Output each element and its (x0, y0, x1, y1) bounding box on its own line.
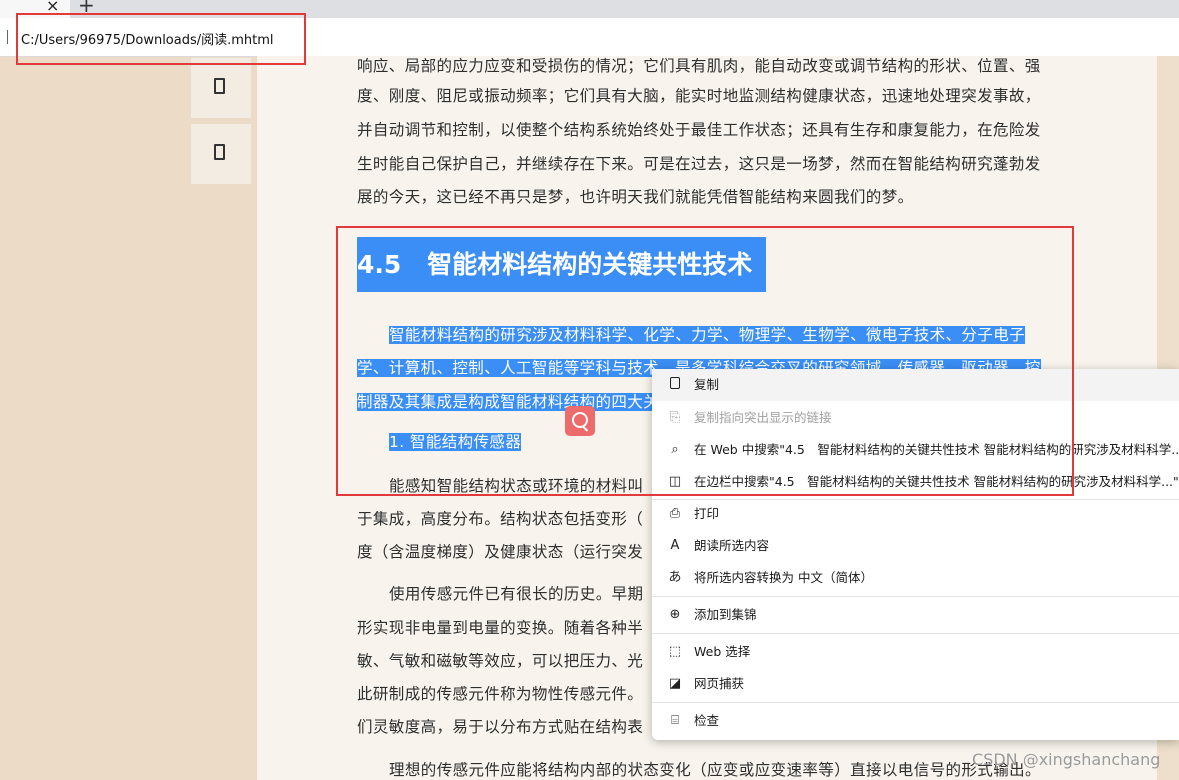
menu-separator (652, 596, 1179, 597)
menu-item-label: 添加到集锦 (694, 607, 757, 622)
web-capture-icon: ◪ (668, 676, 682, 691)
menu-item-label: 朗读所选内容 (694, 538, 770, 553)
paragraph-line: 生时能自己保护自己，并继续存在下来。可是在过去，这只是一场梦，然而在智能结构研究… (357, 155, 1041, 173)
annotation-box-selection (336, 226, 1074, 496)
menu-item-read-aloud[interactable]: A 朗读所选内容 (652, 530, 1179, 562)
paragraph-line: 响应、局部的应力应变和受损伤的情况；它们具有肌肉，能自动改变或调节结构的形状、位… (357, 57, 1041, 75)
paragraph-line: 度、刚度、阻尼或振动频率；它们具有大脑，能实时地监测结构健康状态，迅速地处理突发… (357, 87, 1041, 105)
read-aloud-icon: A (670, 538, 680, 553)
reader-side-button-2[interactable] (191, 124, 251, 184)
menu-item-label: 检查 (694, 713, 720, 728)
menu-item-label: 将所选内容转换为 中文（简体） (694, 570, 873, 585)
inspect-icon: ⌸ (671, 713, 679, 728)
text-caret (7, 30, 8, 44)
translate-icon: あ (668, 570, 682, 585)
page-icon (214, 144, 225, 160)
collections-icon: ⊕ (669, 607, 681, 622)
menu-item-inspect[interactable]: ⌸ 检查 (652, 705, 1179, 737)
watermark: CSDN @xingshanchang (972, 750, 1161, 769)
web-select-icon: ⬚ (668, 644, 682, 659)
reader-side-button-1[interactable] (191, 58, 251, 118)
menu-separator (652, 633, 1179, 634)
printer-icon: ⎙ (669, 506, 681, 521)
menu-item-web-capture[interactable]: ◪ 网页捕获 (652, 668, 1179, 700)
menu-item-print[interactable]: ⎙ 打印 (652, 498, 1179, 530)
paragraph-line: 展的今天，这已经不再只是梦，也许明天我们就能凭借智能结构来圆我们的梦。 (357, 188, 914, 206)
menu-item-add-to-collections[interactable]: ⊕ 添加到集锦 (652, 599, 1179, 631)
annotation-box-address (16, 13, 306, 65)
paragraph-line: 并自动调节和控制，以使整个结构系统始终处于最佳工作状态；还具有生存和康复能力，在… (357, 121, 1041, 139)
menu-separator (652, 702, 1179, 703)
menu-item-translate[interactable]: あ 将所选内容转换为 中文（简体） (652, 562, 1179, 594)
menu-item-label: Web 选择 (694, 644, 751, 659)
menu-item-label: 网页捕获 (694, 676, 745, 691)
page-icon (214, 78, 225, 94)
menu-item-label: 打印 (694, 506, 720, 521)
menu-item-web-select[interactable]: ⬚ Web 选择 (652, 636, 1179, 668)
